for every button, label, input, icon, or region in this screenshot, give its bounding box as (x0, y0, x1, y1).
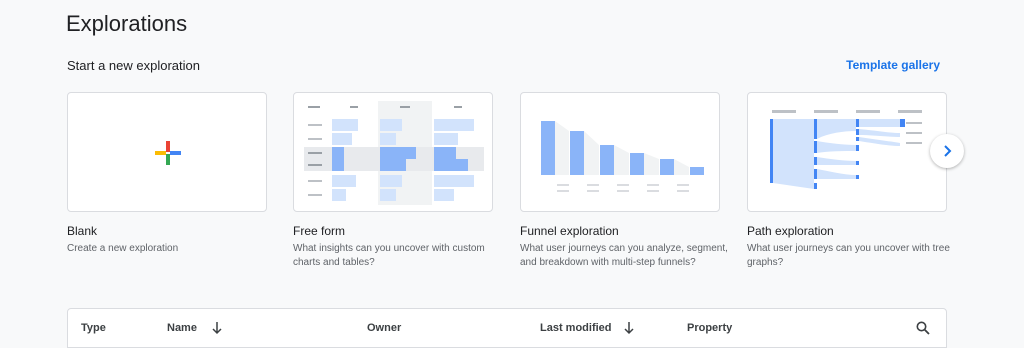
free-form-illustration (304, 101, 484, 205)
page-title: Explorations (66, 11, 188, 36)
plus-icon (155, 141, 181, 165)
card-title-path: Path exploration (747, 224, 834, 238)
column-header-owner[interactable]: Owner (367, 322, 401, 334)
chevron-right-icon (944, 145, 952, 157)
path-illustration (770, 110, 922, 189)
card-desc-free-form: What insights can you uncover with custo… (293, 243, 485, 268)
column-header-name[interactable]: Name (167, 322, 197, 334)
column-header-property[interactable]: Property (687, 322, 732, 334)
template-gallery-link[interactable]: Template gallery (846, 58, 940, 72)
card-title-free-form: Free form (293, 224, 346, 238)
section-title: Start a new exploration (67, 58, 200, 73)
card-desc-funnel: What user journeys can you analyze, segm… (520, 243, 728, 268)
column-header-last-modified[interactable]: Last modified (540, 322, 612, 334)
card-title-funnel: Funnel exploration (520, 224, 619, 238)
column-header-type[interactable]: Type (81, 322, 106, 334)
card-desc-blank: Create a new exploration (67, 243, 179, 254)
free-form-card[interactable] (293, 92, 493, 212)
card-title-blank: Blank (67, 224, 98, 238)
path-exploration-card[interactable] (747, 92, 947, 212)
carousel-next-button[interactable] (930, 134, 964, 168)
funnel-illustration (541, 121, 704, 192)
explorations-table: Type Name Owner Last modified Property (67, 308, 947, 348)
card-desc-path: What user journeys can you uncover with … (747, 243, 950, 268)
blank-card[interactable] (67, 92, 267, 212)
funnel-exploration-card[interactable] (520, 92, 720, 212)
